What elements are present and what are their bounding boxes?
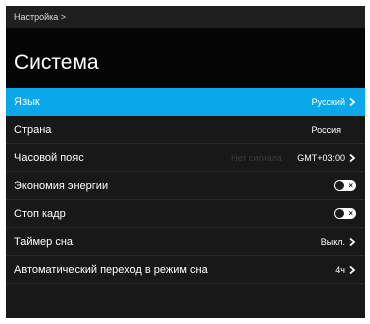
setting-row-timezone[interactable]: Часовой пояс Нет сигнала GMT+03:00 — [6, 144, 365, 172]
chevron-right-icon — [349, 265, 356, 275]
settings-list: Язык Русский Страна Россия Часовой пояс … — [6, 88, 365, 284]
freeze-frame-toggle[interactable]: × — [334, 208, 356, 219]
setting-row-energy-saving[interactable]: Экономия энергии × — [6, 172, 365, 200]
breadcrumb[interactable]: Настройка > — [6, 6, 365, 28]
energy-saving-toggle[interactable]: × — [334, 180, 356, 191]
setting-label: Часовой пояс — [14, 152, 84, 164]
setting-label: Автоматический переход в режим сна — [14, 264, 208, 276]
setting-row-sleep-timer[interactable]: Таймер сна Выкл. — [6, 228, 365, 256]
toggle-knob — [335, 209, 344, 218]
setting-row-language[interactable]: Язык Русский — [6, 88, 365, 116]
close-icon: × — [348, 181, 353, 190]
setting-label: Язык — [14, 96, 40, 108]
setting-row-auto-sleep[interactable]: Автоматический переход в режим сна 4ч — [6, 256, 365, 284]
setting-row-country[interactable]: Страна Россия — [6, 116, 365, 144]
setting-value: Россия — [311, 125, 341, 135]
settings-screen: Настройка > Система Язык Русский Страна … — [6, 6, 365, 318]
chevron-right-icon — [349, 153, 356, 163]
setting-label: Экономия энергии — [14, 180, 109, 192]
close-icon: × — [348, 209, 353, 218]
setting-value: Выкл. — [320, 237, 345, 247]
setting-value: GMT+03:00 — [297, 153, 345, 163]
setting-label: Страна — [14, 124, 52, 136]
setting-row-freeze-frame[interactable]: Стоп кадр × — [6, 200, 365, 228]
no-signal-text: Нет сигнала — [231, 153, 282, 163]
setting-label: Таймер сна — [14, 236, 74, 248]
page-title: Система — [14, 51, 99, 74]
setting-value: Русский — [311, 97, 345, 107]
setting-value: 4ч — [335, 265, 345, 275]
chevron-right-icon — [349, 97, 356, 107]
chevron-right-icon — [349, 237, 356, 247]
setting-label: Стоп кадр — [14, 208, 66, 220]
toggle-knob — [335, 181, 344, 190]
page-header: Система — [6, 28, 365, 88]
